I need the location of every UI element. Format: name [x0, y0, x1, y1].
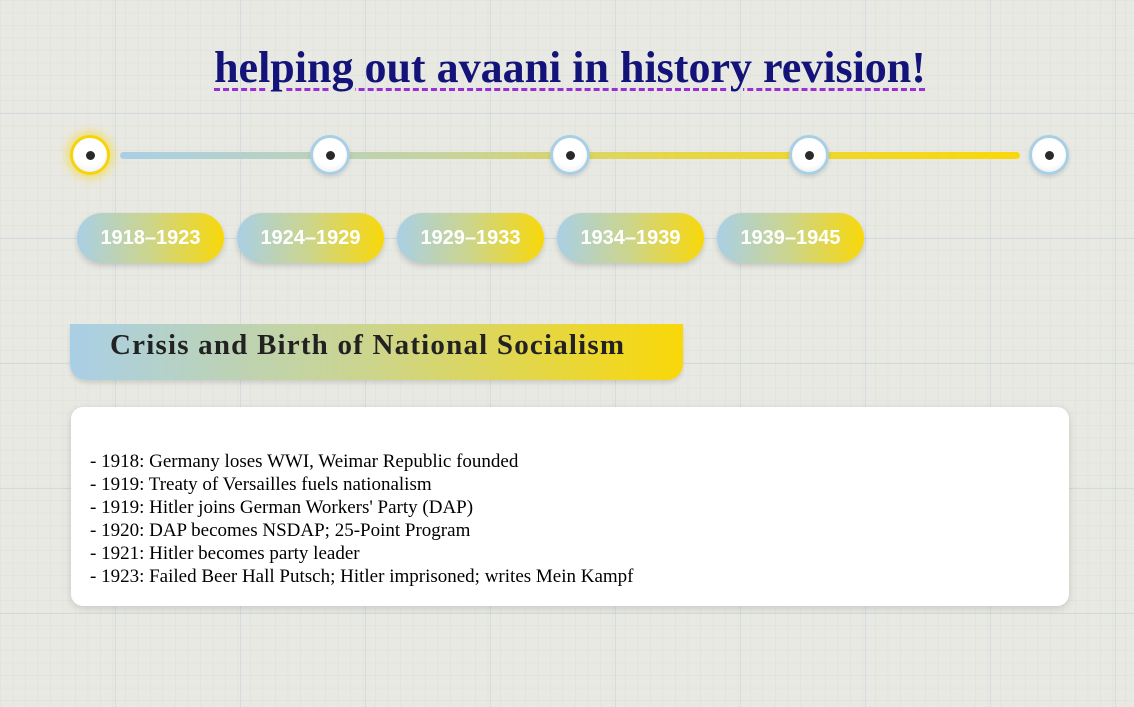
- events-card: - 1918: Germany loses WWI, Weimar Republ…: [71, 407, 1069, 606]
- period-button-1918-1923[interactable]: 1918–1923: [77, 213, 224, 263]
- period-buttons: 1918–1923 1924–1929 1929–1933 1934–1939 …: [77, 213, 864, 263]
- event-item: - 1921: Hitler becomes party leader: [90, 543, 360, 564]
- timeline-node-1918-1923[interactable]: [70, 135, 110, 175]
- page-title: helping out avaani in history revision!: [214, 43, 926, 92]
- event-item: - 1919: Hitler joins German Workers' Par…: [90, 497, 474, 518]
- timeline-node-1939-1945[interactable]: [1029, 135, 1069, 175]
- timeline-node-1924-1929[interactable]: [310, 135, 350, 175]
- timeline-node-1934-1939[interactable]: [789, 135, 829, 175]
- period-button-1924-1929[interactable]: 1924–1929: [237, 213, 384, 263]
- event-item: - 1923: Failed Beer Hall Putsch; Hitler …: [90, 566, 634, 587]
- event-item: - 1919: Treaty of Versailles fuels natio…: [90, 474, 432, 495]
- timeline-dot: [565, 150, 575, 160]
- period-button-1934-1939[interactable]: 1934–1939: [557, 213, 704, 263]
- section-title: Crisis and Birth of National Socialism: [110, 329, 626, 361]
- timeline-dot: [325, 150, 335, 160]
- timeline-node-1929-1933[interactable]: [550, 135, 590, 175]
- event-item: - 1920: DAP becomes NSDAP; 25-Point Prog…: [90, 520, 471, 541]
- timeline-dot: [85, 150, 95, 160]
- period-button-1929-1933[interactable]: 1929–1933: [397, 213, 544, 263]
- period-button-1939-1945[interactable]: 1939–1945: [717, 213, 864, 263]
- timeline-dot: [804, 150, 814, 160]
- section-header: Crisis and Birth of National Socialism: [70, 324, 683, 380]
- timeline-dot: [1044, 150, 1054, 160]
- event-item: - 1918: Germany loses WWI, Weimar Republ…: [90, 451, 519, 472]
